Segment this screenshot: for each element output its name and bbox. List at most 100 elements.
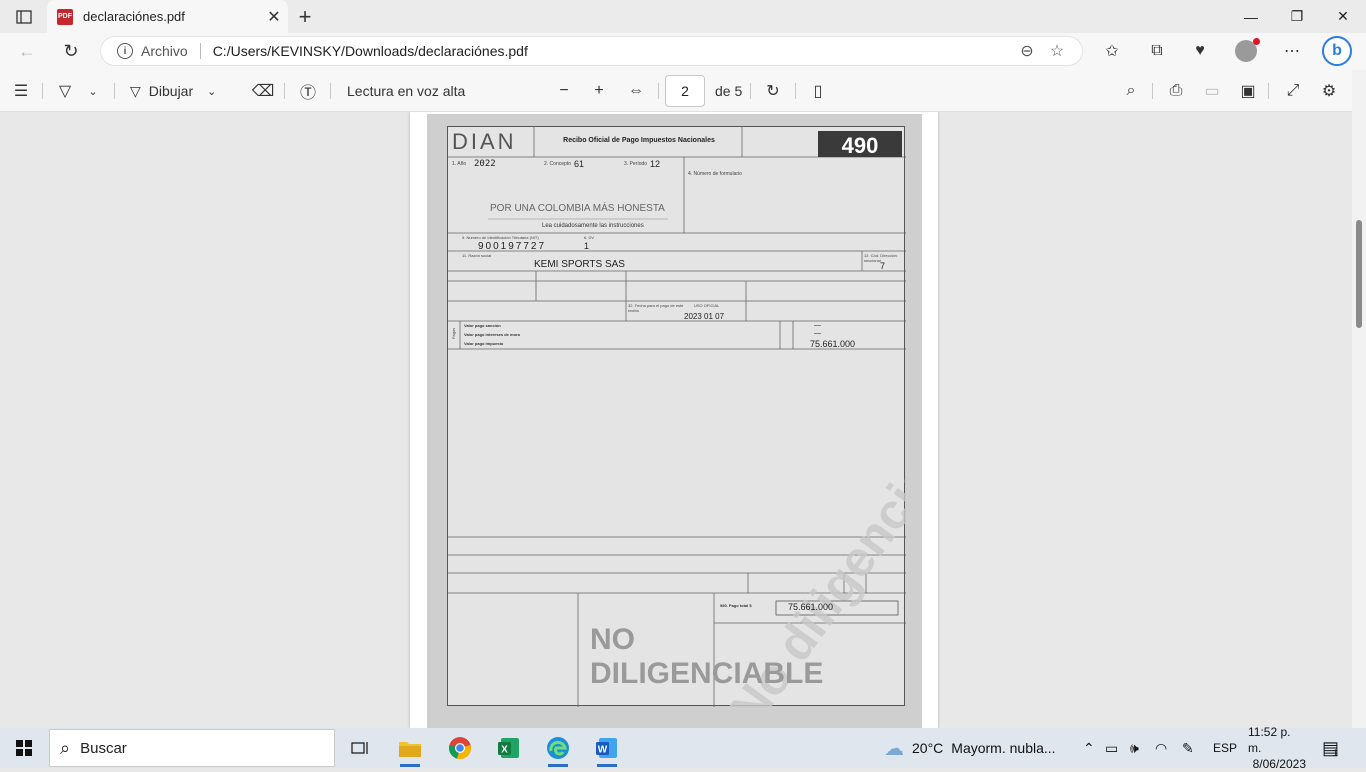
close-tab-icon[interactable]: ✕	[260, 5, 288, 29]
active-indicator	[400, 764, 420, 767]
start-button[interactable]	[0, 728, 48, 768]
save-icon[interactable]: ▭	[1197, 77, 1227, 105]
read-aloud-button[interactable]: Lectura en voz alta	[347, 77, 465, 105]
clock[interactable]: 11:52 p. m. 8/06/2023	[1248, 725, 1306, 771]
volume-icon[interactable]: 🕪	[1130, 728, 1139, 768]
toolbar-separator	[750, 83, 751, 99]
fullscreen-icon[interactable]: ⤢	[1278, 77, 1308, 105]
settings-gear-icon[interactable]: ⚙	[1314, 77, 1344, 105]
save-as-icon[interactable]: ▣	[1233, 77, 1263, 105]
highlight-dropdown-icon[interactable]: ⌄	[78, 77, 108, 105]
taskbar-search[interactable]: ⌕ Buscar	[49, 729, 335, 767]
pago-total-label: 980. Pago total $	[720, 603, 752, 608]
zoom-out-icon[interactable]: −	[549, 77, 579, 105]
back-button[interactable]: ←	[12, 37, 42, 65]
pagos-section-label: Pagos	[451, 327, 457, 340]
toolbar-separator	[1152, 83, 1153, 99]
formulario-label: 4. Número de formulario	[688, 171, 742, 177]
highlight-icon[interactable]: ▽	[50, 77, 80, 105]
table-of-contents-icon[interactable]: ☰	[6, 77, 36, 105]
pago-impuesto-label: Valor pago impuesto	[464, 341, 504, 346]
dv-label: 6. DV	[584, 235, 595, 240]
concept-value: 61	[574, 159, 585, 169]
search-placeholder: Buscar	[80, 739, 127, 757]
chrome-icon[interactable]	[440, 732, 480, 764]
tab-title: declaraciónes.pdf	[83, 9, 185, 24]
minimize-button[interactable]: —	[1228, 0, 1274, 33]
search-icon[interactable]: ⌕	[1116, 77, 1146, 105]
taskbar: ⌕ Buscar X W ☁ 20°C Mayorm. nubla... ⌃ ▭…	[0, 725, 1366, 771]
pdf-viewer[interactable]: No diligenciable DIAN Recibo Oficial de …	[0, 112, 1366, 728]
direccion-seccional-value: 7	[880, 261, 886, 271]
concept-label: 2. Concepto	[544, 161, 571, 167]
pdf-icon: PDF	[57, 8, 73, 25]
task-view-icon[interactable]	[340, 732, 380, 764]
pen-workspace-icon[interactable]: ✎	[1182, 728, 1194, 768]
form-title: Recibo Oficial de Pago Impuestos Naciona…	[563, 137, 715, 144]
nit-value: 900197727	[478, 241, 547, 252]
edge-icon[interactable]	[538, 732, 578, 767]
page-count-label: de 5	[715, 83, 743, 99]
eraser-icon[interactable]: ⌫	[248, 77, 278, 105]
show-hidden-icons[interactable]: ⌃	[1083, 728, 1095, 768]
scanned-document: No diligenciable DIAN Recibo Oficial de …	[427, 114, 922, 728]
clock-time: 11:52 p. m.	[1248, 725, 1291, 755]
page-view-icon[interactable]: ▯	[803, 77, 833, 105]
info-icon[interactable]: i	[117, 43, 133, 59]
print-icon[interactable]: ⎙	[1161, 77, 1191, 105]
scrollbar-thumb[interactable]	[1356, 220, 1362, 328]
performance-icon[interactable]: ♥	[1183, 37, 1217, 65]
language-indicator[interactable]: ESP	[1213, 728, 1237, 768]
draw-dropdown-icon[interactable]: ⌄	[207, 85, 216, 98]
url-box[interactable]: i Archivo C:/Users/KEVINSKY/Downloads/de…	[100, 36, 1083, 66]
weather-desc: Mayorm. nubla...	[951, 740, 1056, 756]
excel-icon[interactable]: X	[489, 732, 529, 764]
vertical-scrollbar[interactable]	[1352, 70, 1366, 728]
file-explorer-icon[interactable]	[390, 732, 430, 767]
pago-intereses-label: Valor pago intereses de mora	[464, 332, 520, 337]
pdf-toolbar: ☰ ▽ ⌄ ▽ Dibujar ⌄ ⌫ Ⓣ Lectura en voz alt…	[0, 70, 1366, 112]
pago-impuesto-value: 75.661.000	[810, 339, 856, 349]
word-icon[interactable]: W	[587, 732, 627, 767]
draw-label: Dibujar	[148, 83, 194, 99]
new-tab-button[interactable]: +	[290, 4, 320, 30]
favorites-icon[interactable]: ✩	[1095, 37, 1129, 65]
zoom-out-icon[interactable]: ⊖	[1012, 38, 1042, 64]
favorite-star-icon[interactable]: ☆	[1042, 38, 1072, 64]
weather-widget[interactable]: ☁ 20°C Mayorm. nubla...	[884, 728, 1056, 768]
refresh-button[interactable]: ↻	[56, 37, 86, 65]
draw-button[interactable]: ▽ Dibujar ⌄	[130, 77, 216, 105]
collections-icon[interactable]: ⧉	[1140, 37, 1174, 65]
zoom-in-icon[interactable]: +	[584, 77, 614, 105]
more-menu-icon[interactable]: ⋯	[1275, 37, 1309, 65]
tab-bar: PDF declaraciónes.pdf ✕ + — ❐ ✕	[0, 0, 1366, 33]
pen-icon: ▽	[130, 82, 141, 99]
chevron-up-icon: ⌃	[1083, 739, 1095, 756]
text-icon[interactable]: Ⓣ	[293, 77, 323, 105]
battery-icon[interactable]: ▭	[1105, 728, 1118, 768]
notification-center[interactable]: ▤ 1	[1322, 728, 1339, 768]
page-number-input[interactable]: 2	[665, 75, 705, 107]
toolbar-separator	[42, 83, 43, 99]
url-text[interactable]: C:/Users/KEVINSKY/Downloads/declaracióne…	[213, 43, 1012, 59]
form-number: 490	[841, 133, 879, 158]
no-diligenciable-line1: NO	[590, 623, 635, 656]
tab-active[interactable]: PDF declaraciónes.pdf ✕	[47, 0, 288, 33]
close-window-button[interactable]: ✕	[1320, 0, 1366, 33]
restore-button[interactable]: ❐	[1274, 0, 1320, 33]
tab-actions-button[interactable]	[8, 4, 40, 30]
search-icon: ⌕	[60, 737, 71, 758]
bing-button[interactable]: b	[1320, 36, 1354, 66]
toolbar-separator	[795, 83, 796, 99]
dian-logo: DIAN	[452, 129, 517, 154]
form-grid: No diligenciable	[448, 127, 906, 707]
pago-sancion-label: Valor pago sanción	[464, 323, 501, 328]
fit-width-icon[interactable]: ⇔	[621, 77, 651, 105]
weather-temp: 20°C	[912, 740, 944, 756]
profile-button[interactable]	[1229, 37, 1263, 65]
dv-value: 1	[584, 241, 590, 251]
razon-social-value: KEMI SPORTS SAS	[534, 259, 625, 270]
rotate-icon[interactable]: ↻	[758, 77, 788, 105]
network-icon[interactable]: ◠	[1155, 728, 1167, 768]
no-diligenciable-line2: DILIGENCIABLE	[590, 657, 824, 690]
